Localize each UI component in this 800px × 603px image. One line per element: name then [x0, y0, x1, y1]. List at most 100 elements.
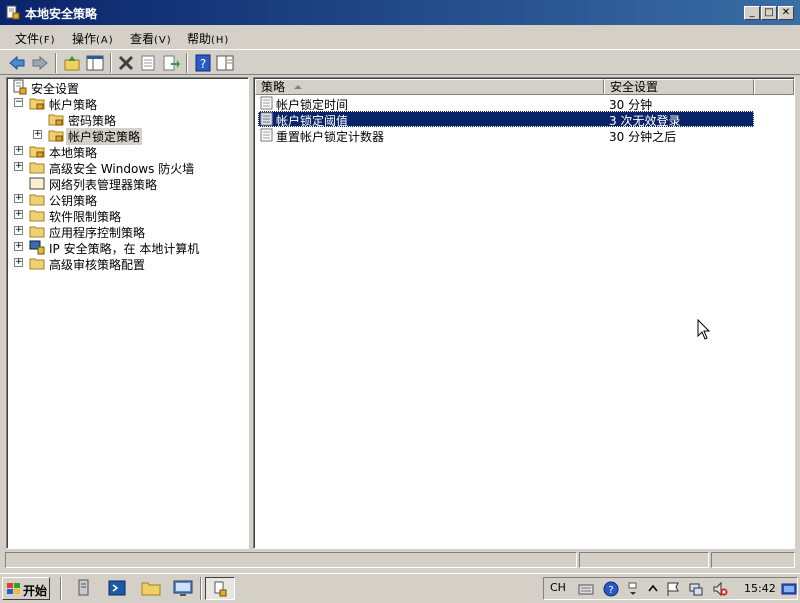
menu-help-accel: (H)	[211, 35, 230, 46]
table-row[interactable]: 帐户锁定阈值 3 次无效登录	[258, 111, 754, 128]
taskbar-window-local-security-policy[interactable]	[205, 577, 235, 600]
show-action-pane-icon[interactable]	[215, 53, 235, 73]
expand-expander[interactable]: +	[14, 242, 23, 251]
maximize-button[interactable]: □	[761, 6, 777, 20]
security-policy-icon	[6, 5, 20, 20]
tree-item-software-restriction[interactable]: + 软件限制策略	[7, 207, 248, 224]
start-label: 开始	[23, 584, 48, 598]
expand-expander[interactable]: +	[14, 226, 23, 235]
menu-action[interactable]: 操作(A)	[72, 30, 114, 47]
tree-item-public-key-policies[interactable]: + 公钥策略	[7, 191, 248, 208]
volume-muted-icon[interactable]	[712, 581, 728, 597]
menu-view-label: 查看	[130, 32, 155, 46]
folder-lock-icon	[48, 130, 64, 142]
close-button[interactable]: ✕	[778, 6, 794, 20]
menu-help-label: 帮助	[187, 32, 212, 46]
folder-icon	[29, 210, 45, 222]
folder-icon	[29, 162, 45, 174]
svg-text:?: ?	[200, 57, 206, 71]
system-clock[interactable]: 15:42	[744, 582, 776, 595]
tree-root-security-settings[interactable]: 安全设置	[7, 79, 248, 96]
folder-icon	[29, 226, 45, 238]
folder-lock-icon	[29, 98, 45, 110]
tree-item-local-policies[interactable]: + 本地策略	[7, 143, 248, 160]
properties-icon[interactable]	[138, 53, 158, 73]
policy-list-pane: 策略 安全设置 帐户锁定时间 30 分钟 帐户锁定阈值 3 次无效登录 重置帐户…	[253, 77, 795, 549]
help-icon[interactable]: ?	[193, 53, 213, 73]
taskbar-separator	[60, 577, 62, 600]
expand-expander[interactable]: +	[33, 130, 42, 139]
tree-item-ip-security[interactable]: + IP 安全策略，在 本地计算机	[7, 239, 248, 256]
show-desktop-icon[interactable]	[781, 581, 797, 597]
tree-item-network-list-manager[interactable]: 网络列表管理器策略	[7, 175, 248, 192]
policy-value: 30 分钟之后	[609, 130, 677, 144]
menu-view[interactable]: 查看(V)	[130, 30, 172, 47]
menu-file-label: 文件	[15, 32, 40, 46]
folder-icon	[29, 258, 45, 270]
expand-expander[interactable]: +	[14, 146, 23, 155]
input-language-indicator[interactable]: CH	[550, 581, 566, 597]
table-row[interactable]: 帐户锁定时间 30 分钟	[258, 95, 754, 112]
menu-file[interactable]: 文件(F)	[15, 30, 56, 47]
server-manager-icon[interactable]	[73, 577, 95, 599]
help-circle-icon[interactable]: ?	[603, 581, 619, 597]
system-tray: CH ? 15:42	[543, 577, 798, 600]
collapse-expander[interactable]: −	[14, 98, 23, 107]
column-header-policy[interactable]: 策略	[255, 79, 604, 95]
column-header-setting[interactable]: 安全设置	[604, 79, 754, 95]
tree-item-password-policy[interactable]: 密码策略	[7, 111, 248, 128]
folder-lock-icon	[48, 114, 64, 126]
status-bar	[0, 551, 800, 569]
table-row[interactable]: 重置帐户锁定计数器 30 分钟之后	[258, 127, 754, 144]
expand-expander[interactable]: +	[14, 162, 23, 171]
svg-text:?: ?	[608, 585, 613, 596]
menu-help[interactable]: 帮助(H)	[187, 30, 229, 47]
up-folder-icon[interactable]	[62, 53, 82, 73]
sort-ascending-icon	[294, 85, 302, 89]
keyboard-icon[interactable]	[578, 581, 594, 597]
forward-arrow-icon[interactable]	[30, 53, 50, 73]
policy-name: 重置帐户锁定计数器	[276, 130, 385, 144]
explorer-folder-icon[interactable]	[140, 577, 162, 599]
menu-bar: 文件(F) 操作(A) 查看(V) 帮助(H)	[0, 26, 800, 48]
minimize-button[interactable]: _	[744, 6, 760, 20]
window-title: 本地安全策略	[25, 7, 98, 21]
tree-item-advanced-audit[interactable]: + 高级审核策略配置	[7, 255, 248, 272]
expand-expander[interactable]: +	[14, 210, 23, 219]
taskbar-separator	[200, 577, 202, 600]
window-titlebar[interactable]: 本地安全策略 _ □ ✕	[0, 0, 800, 25]
toolbar-separator	[186, 53, 188, 73]
status-cell	[579, 552, 709, 568]
tree-item-account-lockout-policy[interactable]: + 帐户锁定策略	[7, 127, 248, 145]
status-cell-main	[5, 552, 577, 568]
show-hide-tree-icon[interactable]	[85, 53, 105, 73]
tree-item-app-control[interactable]: + 应用程序控制策略	[7, 223, 248, 240]
mouse-cursor-icon	[697, 319, 711, 340]
toolbar-separator	[110, 53, 112, 73]
show-hidden-icons-chevron-icon[interactable]	[647, 581, 659, 597]
tree-item-account-policies[interactable]: − 帐户策略	[7, 95, 248, 112]
menu-action-label: 操作	[72, 32, 97, 46]
expand-expander[interactable]: +	[14, 258, 23, 267]
expand-expander[interactable]: +	[14, 194, 23, 203]
toolbar-separator	[55, 53, 57, 73]
export-list-icon[interactable]	[161, 53, 181, 73]
policy-item-icon	[260, 96, 273, 110]
tree-item-firewall[interactable]: + 高级安全 Windows 防火墙	[7, 159, 248, 176]
powershell-icon[interactable]	[106, 577, 128, 599]
folder-icon	[29, 177, 45, 190]
ime-options-icon[interactable]	[627, 581, 639, 597]
policy-item-icon	[260, 128, 273, 142]
menu-file-accel: (F)	[39, 35, 56, 46]
menu-action-accel: (A)	[96, 35, 114, 46]
windows-logo-icon	[7, 583, 20, 594]
folder-icon	[29, 194, 45, 206]
action-center-flag-icon[interactable]	[665, 581, 681, 597]
remote-desktop-icon[interactable]	[172, 577, 194, 599]
delete-x-icon[interactable]	[116, 53, 136, 73]
security-settings-icon	[13, 79, 27, 95]
ip-security-icon	[29, 240, 45, 255]
back-arrow-icon[interactable]	[7, 53, 27, 73]
start-button[interactable]: 开始	[2, 577, 50, 600]
network-icon[interactable]	[688, 581, 704, 597]
